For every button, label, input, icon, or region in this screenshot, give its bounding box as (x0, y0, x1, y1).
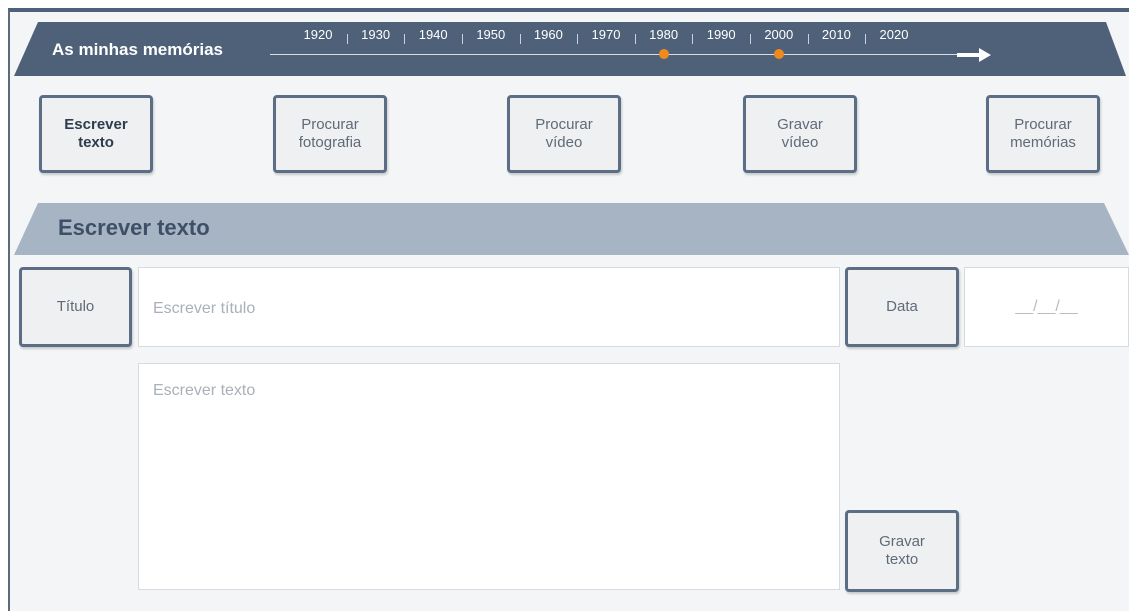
header-banner: As minhas memórias 1920 1930 1940 1950 1960 1… (14, 22, 1126, 76)
timeline-tick (519, 34, 521, 44)
write-text-label: Escrever texto (64, 116, 128, 151)
timeline-marker-2000[interactable] (773, 49, 784, 59)
save-text-label: Gravar texto (879, 533, 925, 568)
search-video-label: Procurar vídeo (535, 116, 593, 151)
timeline-tick (807, 34, 809, 44)
search-memories-label: Procurar memórias (1010, 116, 1076, 151)
text-area[interactable]: Escrever texto (138, 363, 840, 590)
timeline-year-1980[interactable]: 1980 (642, 27, 686, 42)
section-title: Escrever texto (58, 215, 210, 240)
timeline-tick (692, 34, 694, 44)
title-label-button: Título (19, 267, 132, 347)
record-video-button[interactable]: Gravar vídeo (743, 95, 857, 173)
right-arrow-icon[interactable] (957, 46, 993, 64)
timeline-year-1990[interactable]: 1990 (699, 27, 743, 42)
date-label: Data (886, 298, 918, 315)
timeline-year-2010[interactable]: 2010 (814, 27, 858, 42)
timeline-tick (577, 34, 579, 44)
date-label-button: Data (845, 267, 959, 347)
timeline-marker-1980[interactable] (658, 49, 669, 59)
timeline-year-1930[interactable]: 1930 (354, 27, 398, 42)
search-video-button[interactable]: Procurar vídeo (507, 95, 621, 173)
timeline-year-2020[interactable]: 2020 (872, 27, 916, 42)
timeline-year-1940[interactable]: 1940 (411, 27, 455, 42)
timeline-tick (346, 34, 348, 44)
date-input[interactable]: __/__/__ (964, 267, 1129, 347)
timeline-tick (634, 34, 636, 44)
timeline-line (270, 54, 966, 55)
timeline-tick (404, 34, 406, 44)
save-text-button[interactable]: Gravar texto (845, 510, 959, 592)
record-video-label: Gravar vídeo (777, 116, 823, 151)
title-label: Título (56, 298, 95, 315)
app-title: As minhas memórias (52, 40, 224, 59)
timeline-year-1970[interactable]: 1970 (584, 27, 628, 42)
timeline-year-2000[interactable]: 2000 (757, 27, 801, 42)
timeline-year-1960[interactable]: 1960 (526, 27, 570, 42)
timeline-tick (750, 34, 751, 44)
search-photo-label: Procurar fotografia (298, 116, 362, 151)
timeline-tick (462, 34, 463, 44)
timeline-year-1950[interactable]: 1950 (469, 27, 513, 42)
write-text-button[interactable]: Escrever texto (39, 95, 153, 173)
title-input[interactable]: Escrever título (138, 267, 840, 347)
search-photo-button[interactable]: Procurar fotografia (273, 95, 387, 173)
search-memories-button[interactable]: Procurar memórias (986, 95, 1100, 173)
timeline-tick (865, 34, 867, 44)
timeline-year-1920[interactable]: 1920 (296, 27, 340, 42)
